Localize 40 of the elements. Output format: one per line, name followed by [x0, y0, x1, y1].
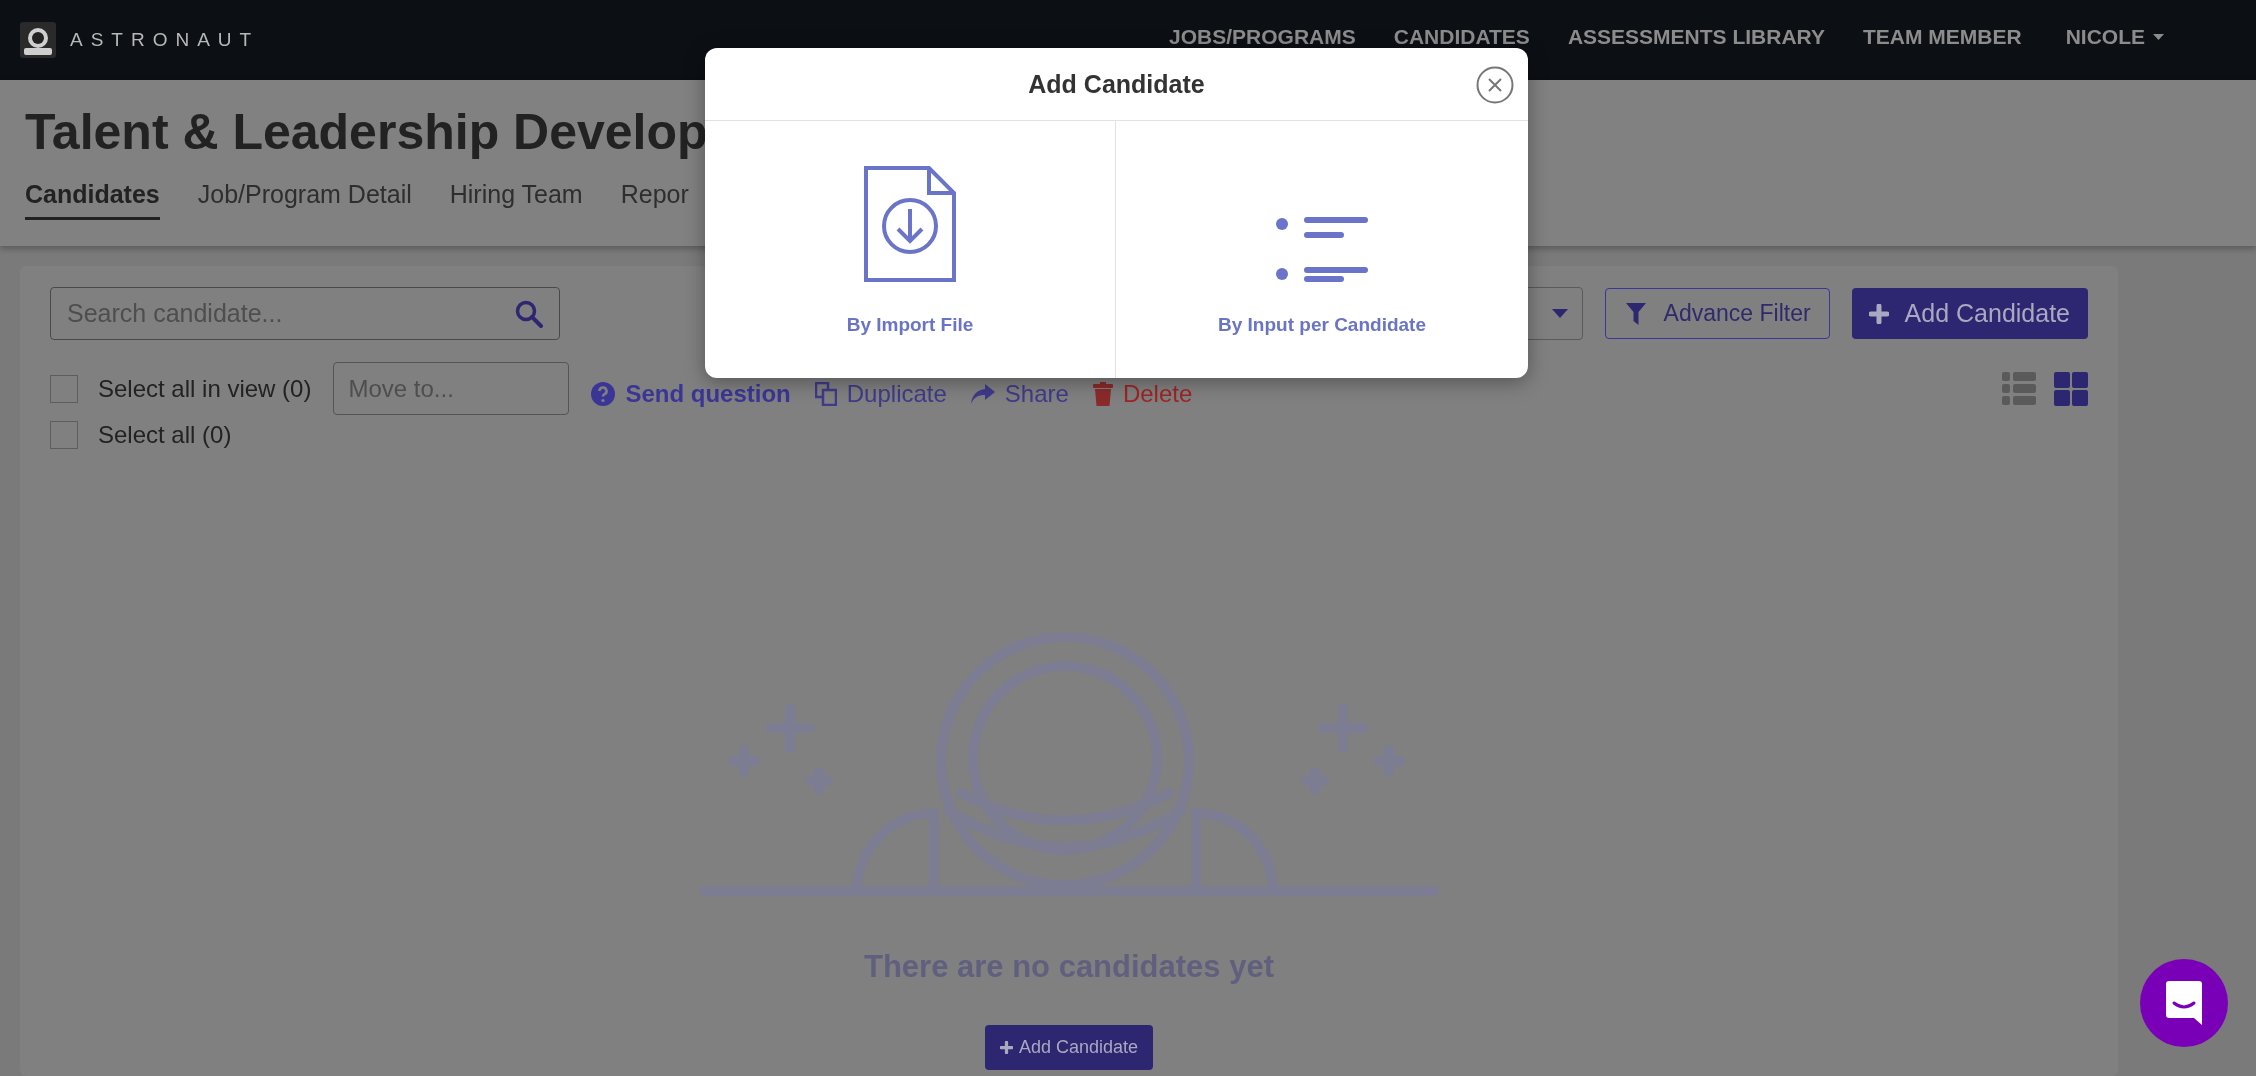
question-icon: [591, 381, 616, 406]
checkbox-label: Select all in view (0): [98, 374, 312, 403]
list-view-icon[interactable]: [2002, 371, 2036, 406]
tab[interactable]: Hiring Team: [449, 180, 583, 220]
option-label: By Input per Candidate: [1218, 314, 1426, 336]
action-link[interactable]: Send question: [591, 379, 791, 408]
grid-view-icon[interactable]: [2054, 371, 2088, 406]
advance-filter-button[interactable]: Advance Filter: [1604, 288, 1830, 339]
checkbox[interactable]: [50, 421, 78, 449]
astronaut-logo-icon: [20, 22, 56, 58]
nav-link[interactable]: ASSESSMENTS LIBRARY: [1567, 25, 1825, 49]
tab[interactable]: Repor: [620, 180, 689, 220]
plus-icon: [1868, 303, 1889, 324]
add-candidate-button[interactable]: Add Candidate: [984, 1025, 1154, 1070]
nav-link[interactable]: CANDIDATES: [1393, 25, 1530, 49]
option-card[interactable]: By Input per Candidate: [1115, 121, 1528, 378]
tab[interactable]: Candidates: [25, 180, 160, 220]
modal-title: Add Candidate: [1028, 69, 1205, 99]
add-candidate-button[interactable]: Add Candidate: [1851, 288, 2088, 339]
plus-icon: [999, 1041, 1013, 1054]
file-download-icon: [864, 166, 956, 282]
tab[interactable]: Job/Program Detail: [197, 180, 412, 220]
nav-link[interactable]: TEAM MEMBER: [1863, 25, 2022, 49]
trash-icon: [1092, 381, 1113, 406]
close-icon[interactable]: [1476, 66, 1514, 104]
action-link[interactable]: Duplicate: [814, 379, 947, 408]
caret-icon: [1551, 309, 1568, 318]
option-label: By Import File: [846, 314, 974, 336]
caret-icon: [2153, 34, 2164, 40]
checkbox-label: Select all (0): [98, 421, 232, 449]
search-icon: [515, 299, 543, 328]
checkbox[interactable]: [50, 374, 78, 403]
nav-link[interactable]: JOBS/PROGRAMS: [1169, 25, 1356, 49]
duplicate-icon: [814, 381, 837, 406]
brand-name: ASTRONAUT: [70, 29, 260, 51]
chat-icon[interactable]: [2140, 959, 2228, 1047]
filter-icon: [1625, 302, 1646, 325]
user-menu[interactable]: NICOLE: [2065, 25, 2145, 49]
action-link[interactable]: Share: [970, 379, 1069, 408]
share-icon: [970, 383, 995, 404]
